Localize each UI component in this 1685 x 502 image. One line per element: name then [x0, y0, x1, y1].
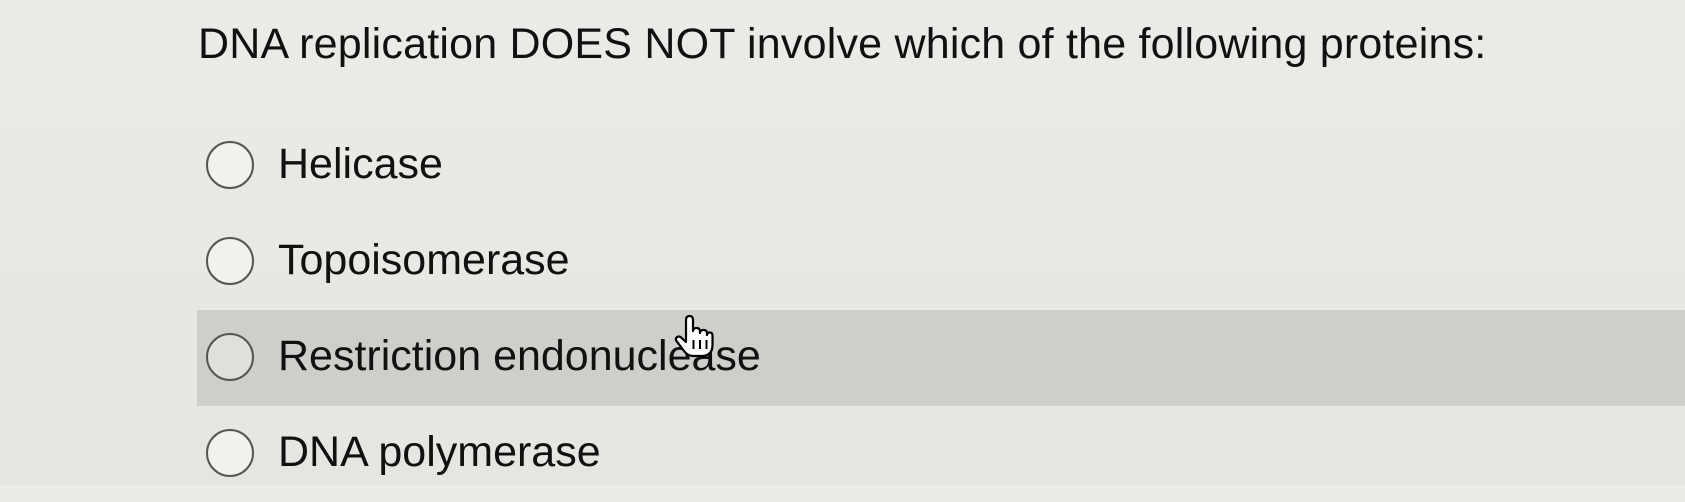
- option-label[interactable]: DNA polymerase: [278, 426, 601, 478]
- option-restriction-endonuclease[interactable]: Restriction endonuclease: [0, 310, 1685, 406]
- option-label[interactable]: Topoisomerase: [278, 234, 570, 286]
- option-helicase[interactable]: Helicase: [0, 118, 1685, 214]
- answer-options: Helicase Topoisomerase Restriction endon…: [0, 118, 1685, 502]
- question-text: DNA replication DOES NOT involve which o…: [198, 20, 1487, 68]
- option-dna-polymerase[interactable]: DNA polymerase: [0, 406, 1685, 502]
- radio-button[interactable]: [206, 429, 254, 477]
- hand-pointer-icon: [674, 314, 714, 358]
- radio-button[interactable]: [206, 333, 254, 381]
- radio-button[interactable]: [206, 237, 254, 285]
- option-topoisomerase[interactable]: Topoisomerase: [0, 214, 1685, 310]
- radio-button[interactable]: [206, 141, 254, 189]
- option-label[interactable]: Helicase: [278, 138, 443, 190]
